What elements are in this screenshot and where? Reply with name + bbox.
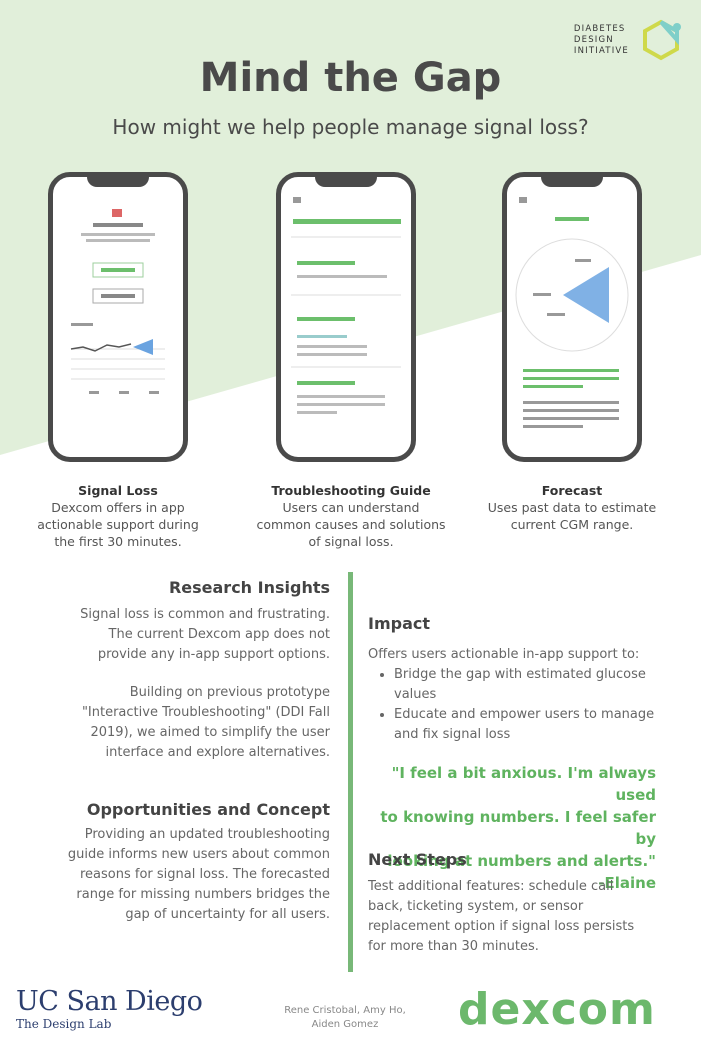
text-line: 2019), we aimed to simplify the user <box>90 725 330 740</box>
text-line: Test additional features: schedule call <box>368 879 614 894</box>
phone-forecast <box>502 172 642 462</box>
next-steps-section: Next Steps Test additional features: sch… <box>368 850 673 957</box>
forecast-screen <box>515 197 629 428</box>
caption-title: Signal Loss <box>78 483 158 498</box>
text-line: provide any in-app support options. <box>97 647 330 662</box>
text-line: guide informs new users about common <box>67 847 330 862</box>
next-steps-paragraph: Test additional features: schedule call … <box>368 877 673 957</box>
opportunities-heading: Opportunities and Concept <box>86 800 330 819</box>
text-line: interface and explore alternatives. <box>105 745 330 760</box>
text-line: reasons for signal loss. The forecasted <box>80 867 330 882</box>
list-item: Educate and empower users to manage and … <box>394 705 673 745</box>
dexcom-logo: dexcom <box>458 984 656 1035</box>
initiative-line1: DIABETES <box>573 23 626 34</box>
opportunities-section: Opportunities and Concept Providing an u… <box>30 800 330 925</box>
credits-line: Aiden Gomez <box>311 1019 379 1030</box>
credits-line: Rene Cristobal, Amy Ho, <box>284 1005 406 1016</box>
caption-line: the first 30 minutes. <box>54 534 182 549</box>
troubleshooting-screen <box>291 197 401 414</box>
caption-line: common causes and solutions <box>256 517 446 532</box>
quote-line: "I feel a bit anxious. I'm always used <box>391 764 656 804</box>
caption-line: of signal loss. <box>308 534 394 549</box>
text-line: back, ticketing system, or sensor <box>368 899 584 914</box>
text-line: Providing an updated troubleshooting <box>84 827 330 842</box>
opportunities-paragraph: Providing an updated troubleshooting gui… <box>30 825 330 925</box>
caption-forecast: Forecast Uses past data to estimate curr… <box>478 482 666 533</box>
credits: Rene Cristobal, Amy Ho, Aiden Gomez <box>260 1004 430 1032</box>
list-item: Bridge the gap with estimated glucose va… <box>394 665 673 705</box>
text-line: gap of uncertainty for all users. <box>125 907 330 922</box>
research-section: Research Insights Signal loss is common … <box>30 578 330 763</box>
phone-troubleshooting <box>276 172 416 462</box>
caption-signal-loss: Signal Loss Dexcom offers in app actiona… <box>20 482 216 550</box>
research-paragraph-2: Building on previous prototype "Interact… <box>30 683 330 763</box>
caption-title: Forecast <box>541 483 603 498</box>
caption-line: Uses past data to estimate <box>487 500 657 515</box>
research-paragraph-1: Signal loss is common and frustrating. T… <box>30 605 330 665</box>
impact-heading: Impact <box>368 614 431 633</box>
caption-line: current CGM range. <box>510 517 634 532</box>
impact-section: Impact Offers users actionable in-app su… <box>368 614 673 745</box>
impact-intro: Offers users actionable in-app support t… <box>368 647 640 662</box>
research-heading: Research Insights <box>168 578 330 597</box>
design-lab-wordmark: The Design Lab <box>16 1017 112 1031</box>
text-line: replacement option if signal loss persis… <box>368 919 635 934</box>
text-line: Signal loss is common and frustrating. <box>80 607 330 622</box>
caption-line: Dexcom offers in app <box>51 500 185 515</box>
text-line: "Interactive Troubleshooting" (DDI Fall <box>81 705 330 720</box>
caption-line: actionable support during <box>37 517 199 532</box>
signal-loss-screen <box>70 209 165 394</box>
caption-troubleshooting: Troubleshooting Guide Users can understa… <box>246 482 456 550</box>
column-divider <box>348 572 353 972</box>
text-line: The current Dexcom app does not <box>108 627 330 642</box>
caption-line: Users can understand <box>282 500 420 515</box>
page-title: Mind the Gap <box>199 55 502 101</box>
text-line: range for missing numbers bridges the <box>76 887 330 902</box>
phone-signal-loss <box>48 172 188 462</box>
text-line: Building on previous prototype <box>129 685 330 700</box>
page-subtitle: How might we help people manage signal l… <box>112 115 589 139</box>
quote-line: to knowing numbers. I feel safer by <box>380 808 656 848</box>
caption-title: Troubleshooting Guide <box>271 483 431 498</box>
ucsd-logo: UC San Diego The Design Lab <box>16 986 203 1031</box>
text-line: for more than 30 minutes. <box>368 939 539 954</box>
initiative-line2: DESIGN <box>573 34 614 45</box>
ucsd-wordmark: UC San Diego <box>16 986 203 1017</box>
next-steps-heading: Next Steps <box>368 850 467 869</box>
impact-list: Bridge the gap with estimated glucose va… <box>368 665 673 745</box>
